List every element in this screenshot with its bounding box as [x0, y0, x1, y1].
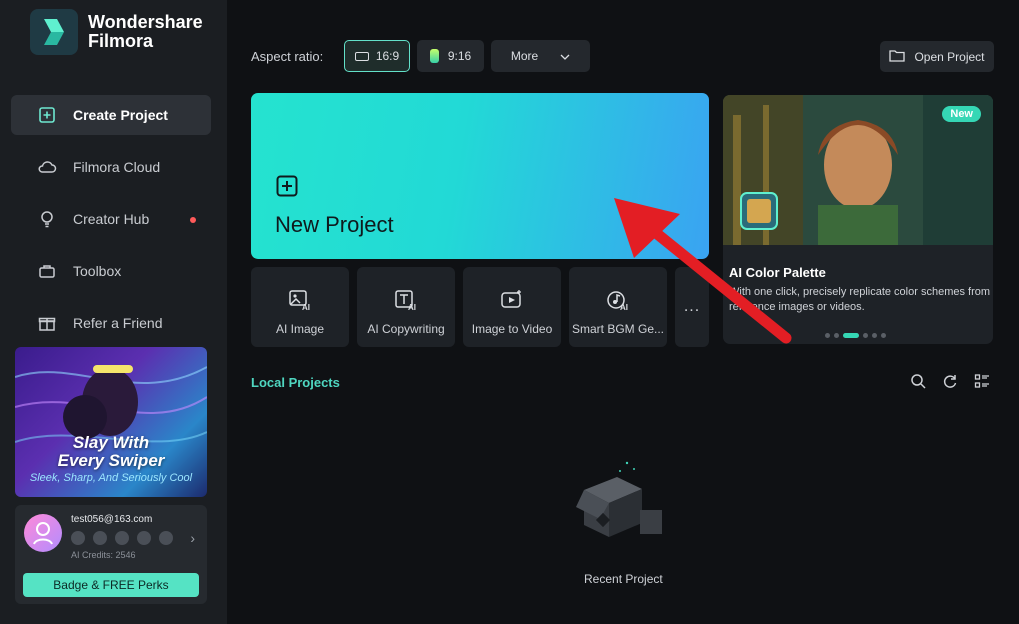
sidebar-item-refer-a-friend[interactable]: Refer a Friend	[11, 303, 211, 343]
sidebar: Wondershare Filmora Create Project Filmo…	[0, 0, 227, 624]
ratio-9-16-button[interactable]: 9:16	[417, 40, 484, 72]
promo-headline: Slay With Every Swiper	[15, 434, 207, 470]
badge-row	[71, 531, 173, 545]
sidebar-item-toolbox[interactable]: Toolbox	[11, 251, 211, 291]
carousel-dots	[825, 333, 886, 338]
sidebar-item-label: Toolbox	[73, 263, 122, 279]
sidebar-item-label: Creator Hub	[73, 211, 150, 227]
brand: Wondershare Filmora	[30, 9, 218, 55]
feature-carousel[interactable]: New AI Color Palette With one click, pre…	[723, 95, 993, 344]
chevron-right-icon[interactable]: ›	[190, 530, 195, 546]
open-project-label: Open Project	[914, 49, 985, 64]
plus-square-icon	[276, 175, 298, 202]
badge-perks-button[interactable]: Badge & FREE Perks	[23, 573, 199, 597]
carousel-dot[interactable]	[863, 333, 868, 338]
carousel-dot-active[interactable]	[843, 333, 859, 338]
image-to-video-icon	[501, 290, 521, 308]
feature-image: New	[723, 95, 993, 245]
tool-ai-image[interactable]: AI AI Image	[251, 267, 349, 347]
new-badge: New	[942, 106, 981, 122]
sidebar-item-filmora-cloud[interactable]: Filmora Cloud	[11, 147, 211, 187]
gift-icon	[37, 313, 57, 333]
account-panel: test056@163.com AI Credits: 2546 › Badge…	[15, 505, 207, 604]
list-view-icon[interactable]	[974, 373, 990, 389]
tool-ai-copywriting[interactable]: AI AI Copywriting	[357, 267, 455, 347]
refresh-icon[interactable]	[942, 373, 958, 389]
folder-icon	[889, 49, 906, 65]
tool-label: AI Image	[275, 322, 325, 336]
ai-image-icon: AI	[289, 290, 310, 311]
lightbulb-icon	[37, 209, 57, 229]
ai-copywriting-icon: AI	[395, 290, 416, 311]
sidebar-item-create-project[interactable]: Create Project	[11, 95, 211, 135]
aspect-ratio-label: Aspect ratio:	[251, 49, 324, 64]
badge-icon	[71, 531, 85, 545]
brand-line2: Filmora	[88, 31, 154, 51]
promo-banner[interactable]: Slay With Every Swiper Sleek, Sharp, And…	[15, 347, 207, 497]
sidebar-item-label: Refer a Friend	[73, 315, 163, 331]
tool-label: Image to Video	[471, 322, 553, 336]
svg-text:AI: AI	[302, 303, 310, 311]
sidebar-item-creator-hub[interactable]: Creator Hub	[11, 199, 211, 239]
tool-label: AI Copywriting	[367, 322, 445, 336]
promo-subline: Sleek, Sharp, And Seriously Cool	[29, 472, 193, 484]
ai-credits: AI Credits: 2546	[71, 550, 136, 560]
svg-text:AI: AI	[408, 303, 416, 311]
chevron-down-icon	[560, 49, 570, 63]
sidebar-nav: Create Project Filmora Cloud Creator Hub	[11, 95, 211, 355]
avatar[interactable]	[24, 514, 62, 552]
brand-line1: Wondershare	[88, 12, 203, 32]
smart-bgm-icon: AI	[607, 291, 628, 311]
account-email: test056@163.com	[71, 514, 153, 525]
badge-icon	[115, 531, 129, 545]
badge-icon	[93, 531, 107, 545]
promo-line2: Every Swiper	[57, 451, 165, 470]
search-icon[interactable]	[910, 373, 926, 389]
new-project-title: New Project	[275, 212, 394, 237]
ratio-16-9-label: 16:9	[375, 49, 400, 63]
carousel-dot[interactable]	[825, 333, 830, 338]
empty-box-icon	[576, 461, 662, 537]
brand-name: Wondershare Filmora	[88, 13, 218, 51]
notification-dot	[190, 217, 196, 223]
more-ratios-dropdown[interactable]: More	[491, 40, 590, 72]
sidebar-item-label: Create Project	[73, 107, 168, 123]
feature-description: With one click, precisely replicate colo…	[729, 286, 991, 313]
carousel-dot[interactable]	[872, 333, 877, 338]
svg-text:AI: AI	[620, 303, 628, 311]
badge-icon	[137, 531, 151, 545]
local-projects-title: Local Projects	[251, 375, 340, 390]
promo-line1: Slay With	[72, 433, 150, 452]
filmora-start-window: Wondershare Filmora Create Project Filmo…	[0, 0, 1019, 624]
carousel-dot[interactable]	[834, 333, 839, 338]
sidebar-item-label: Filmora Cloud	[73, 159, 161, 175]
badge-icon	[159, 531, 173, 545]
portrait-ratio-icon	[429, 49, 439, 63]
carousel-dot[interactable]	[881, 333, 886, 338]
recent-project-label: Recent Project	[584, 572, 663, 586]
more-tools-button[interactable]: ...	[675, 267, 709, 347]
tool-smart-bgm[interactable]: AI Smart BGM Ge...	[569, 267, 667, 347]
tool-label: Smart BGM Ge...	[571, 322, 664, 336]
open-project-button[interactable]: Open Project	[880, 41, 994, 72]
tool-image-to-video[interactable]: Image to Video	[463, 267, 561, 347]
ratio-16-9-button[interactable]: 16:9	[344, 40, 410, 72]
new-project-card[interactable]: New Project	[251, 93, 709, 259]
toolbox-icon	[37, 261, 57, 281]
filmora-logo-icon	[30, 9, 78, 55]
more-label: More	[510, 49, 539, 63]
landscape-ratio-icon	[354, 51, 369, 61]
feature-title: AI Color Palette	[729, 265, 826, 280]
plus-square-icon	[37, 105, 57, 125]
ratio-9-16-label: 9:16	[447, 49, 472, 63]
cloud-icon	[37, 157, 57, 177]
